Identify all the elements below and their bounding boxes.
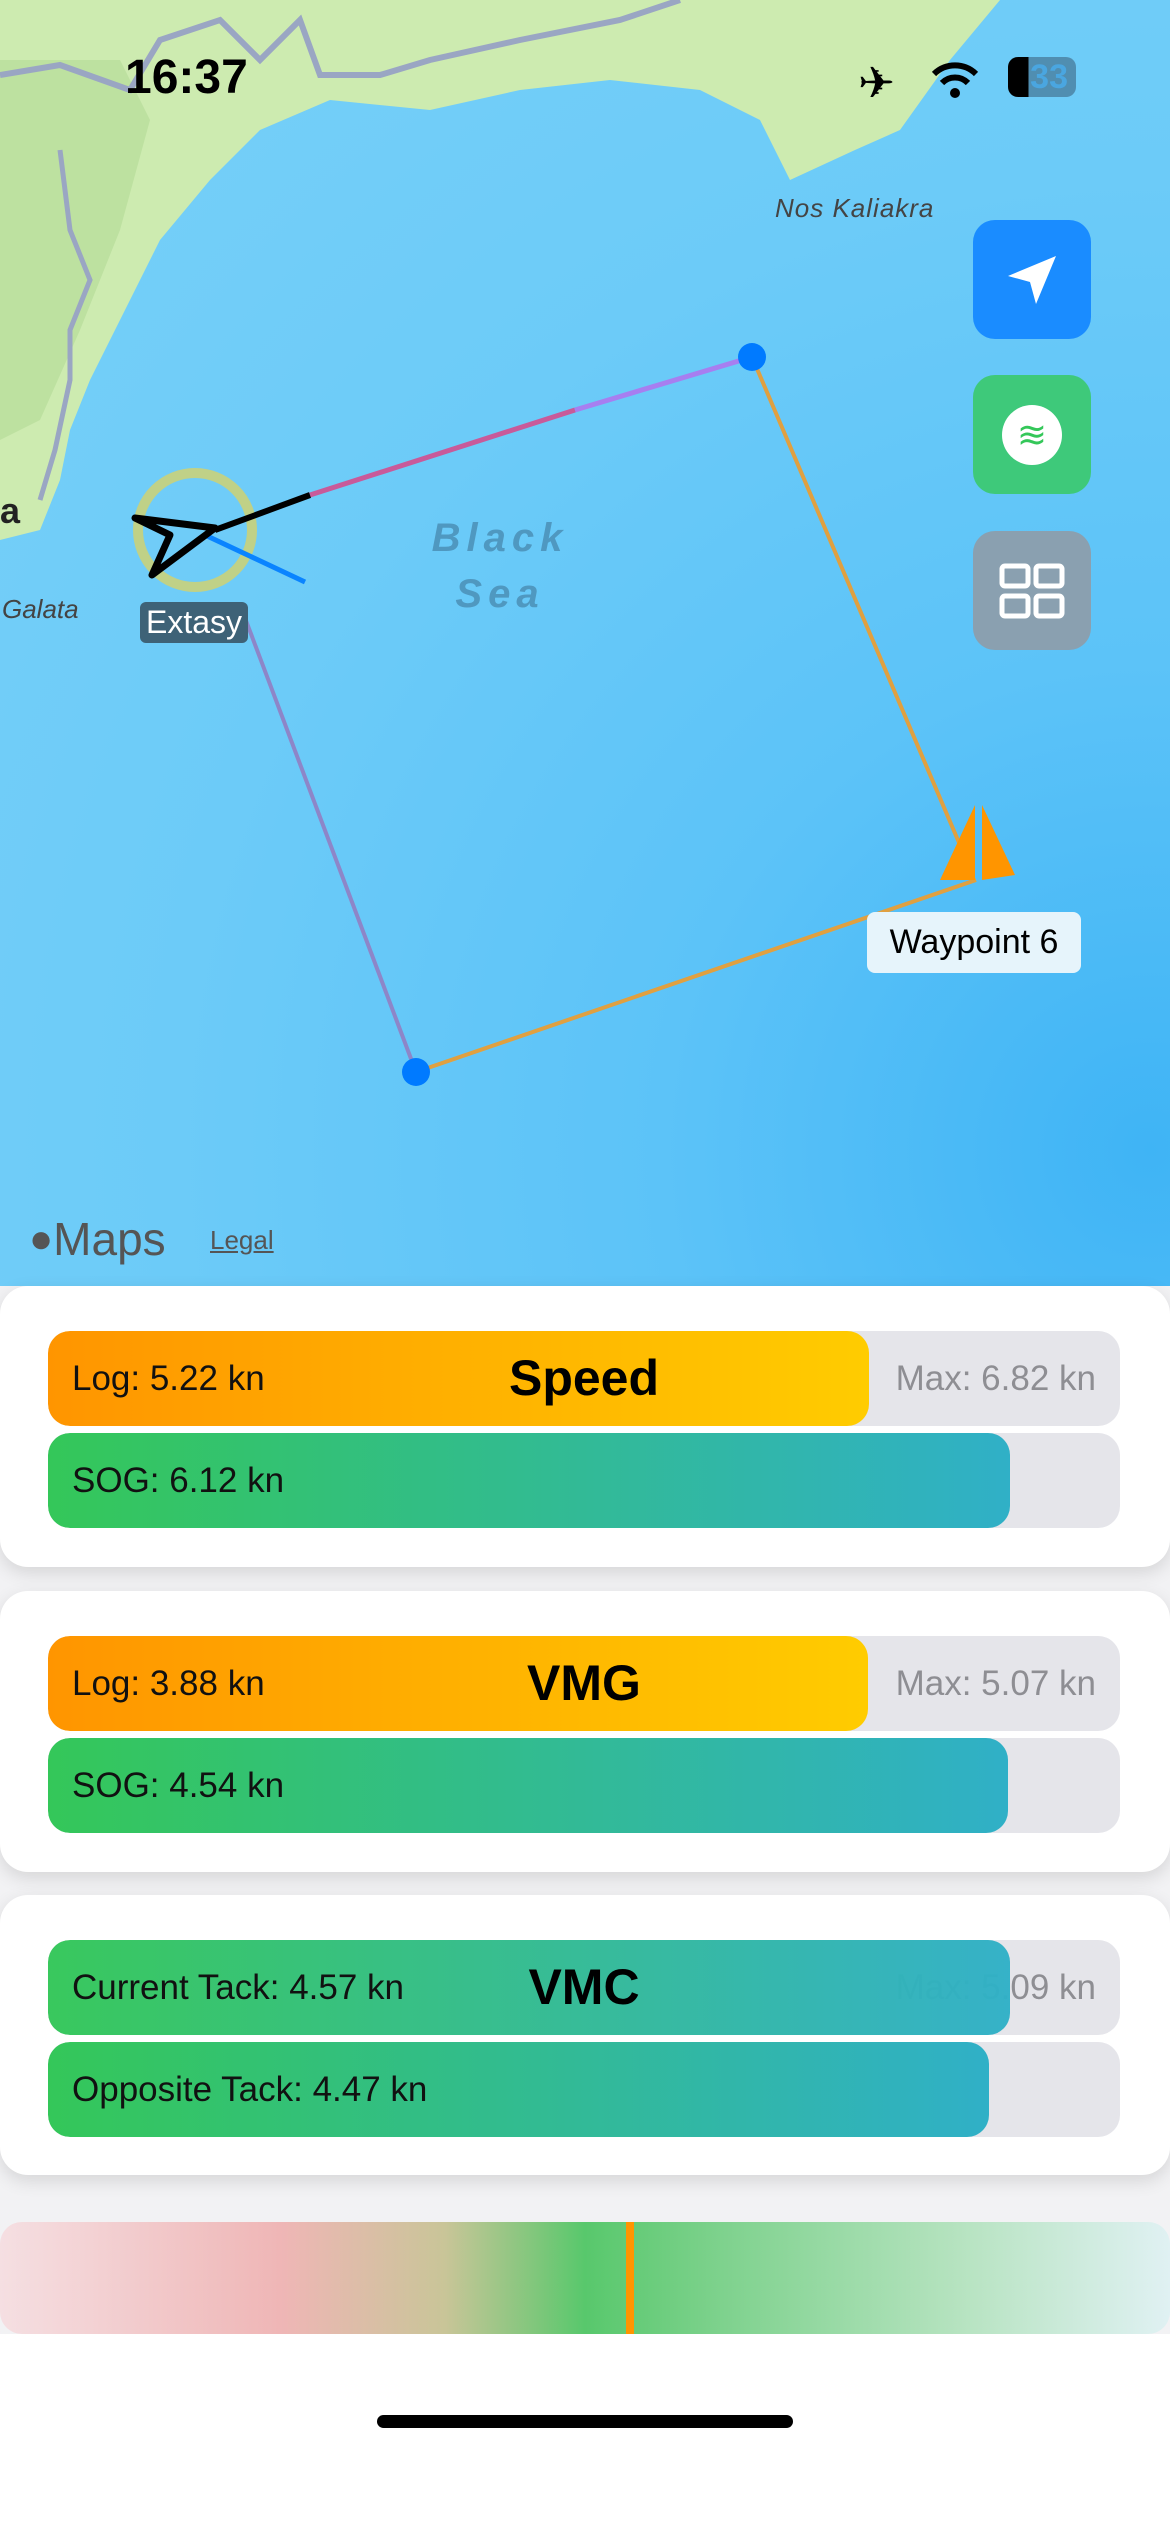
apple-logo-icon: ● <box>29 1216 54 1261</box>
gauge-marker <box>625 2222 634 2334</box>
wind-icon: ≋ <box>1002 404 1062 465</box>
map-label-sea: Black Sea <box>431 516 569 616</box>
speed-log-bar: Log: 5.22 kn Speed Max: 6.82 kn <box>48 1331 1120 1426</box>
map-label-edge: a <box>0 490 21 531</box>
vmc-current-bar: Max: 5.09 kn Current Tack: 4.57 kn VMC <box>48 1940 1120 2035</box>
layout-button[interactable] <box>973 531 1091 650</box>
heading-gauge <box>0 2222 1170 2334</box>
vmg-sog-label: SOG: 4.54 kn <box>72 1766 285 1805</box>
vmc-opposite-label: Opposite Tack: 4.47 kn <box>72 2070 428 2109</box>
map-label-cape: Nos Kaliakra <box>775 193 935 223</box>
vessel-label[interactable]: Extasy <box>140 602 249 643</box>
vmg-max-label: Max: 5.07 kn <box>895 1664 1096 1703</box>
speed-card: Log: 5.22 kn Speed Max: 6.82 kn SOG: 6.1… <box>0 1286 1170 1567</box>
location-arrow-icon <box>1008 255 1056 304</box>
maps-attribution: ● Maps <box>29 1213 166 1265</box>
wifi-icon <box>931 62 979 98</box>
route-point <box>402 1058 430 1086</box>
vmg-card: Log: 3.88 kn VMG Max: 5.07 kn SOG: 4.54 … <box>0 1591 1170 1872</box>
locate-button[interactable] <box>973 220 1091 339</box>
speed-max-label: Max: 6.82 kn <box>895 1359 1096 1398</box>
wind-button[interactable]: ≋ <box>973 375 1091 494</box>
map-view[interactable]: 16:37 ✈ 33 Nos Kaliakra Black Sea Galata … <box>0 0 1170 1286</box>
status-time: 16:37 <box>125 51 248 104</box>
route-point <box>738 343 766 371</box>
grid-icon <box>999 563 1065 618</box>
map-label-town: Galata <box>2 594 79 624</box>
vmg-log-bar: Log: 3.88 kn VMG Max: 5.07 kn <box>48 1636 1120 1731</box>
speed-sog-bar: SOG: 6.12 kn <box>48 1433 1120 1528</box>
vmc-card: Max: 5.09 kn Current Tack: 4.57 kn VMC O… <box>0 1895 1170 2175</box>
legal-link[interactable]: Legal <box>210 1225 274 1256</box>
bottom-area <box>0 2334 1170 2532</box>
sailboat-icon <box>940 805 975 880</box>
vmc-opposite-bar: Opposite Tack: 4.47 kn <box>48 2042 1120 2137</box>
airplane-mode-icon: ✈ <box>858 59 895 108</box>
waypoint-label[interactable]: Waypoint 6 <box>867 912 1081 973</box>
speed-sog-label: SOG: 6.12 kn <box>72 1461 285 1500</box>
vmg-sog-bar: SOG: 4.54 kn <box>48 1738 1120 1833</box>
vmc-title: VMC <box>528 1959 640 2015</box>
home-indicator[interactable] <box>377 2415 793 2428</box>
battery-indicator: 33 <box>1008 57 1076 97</box>
